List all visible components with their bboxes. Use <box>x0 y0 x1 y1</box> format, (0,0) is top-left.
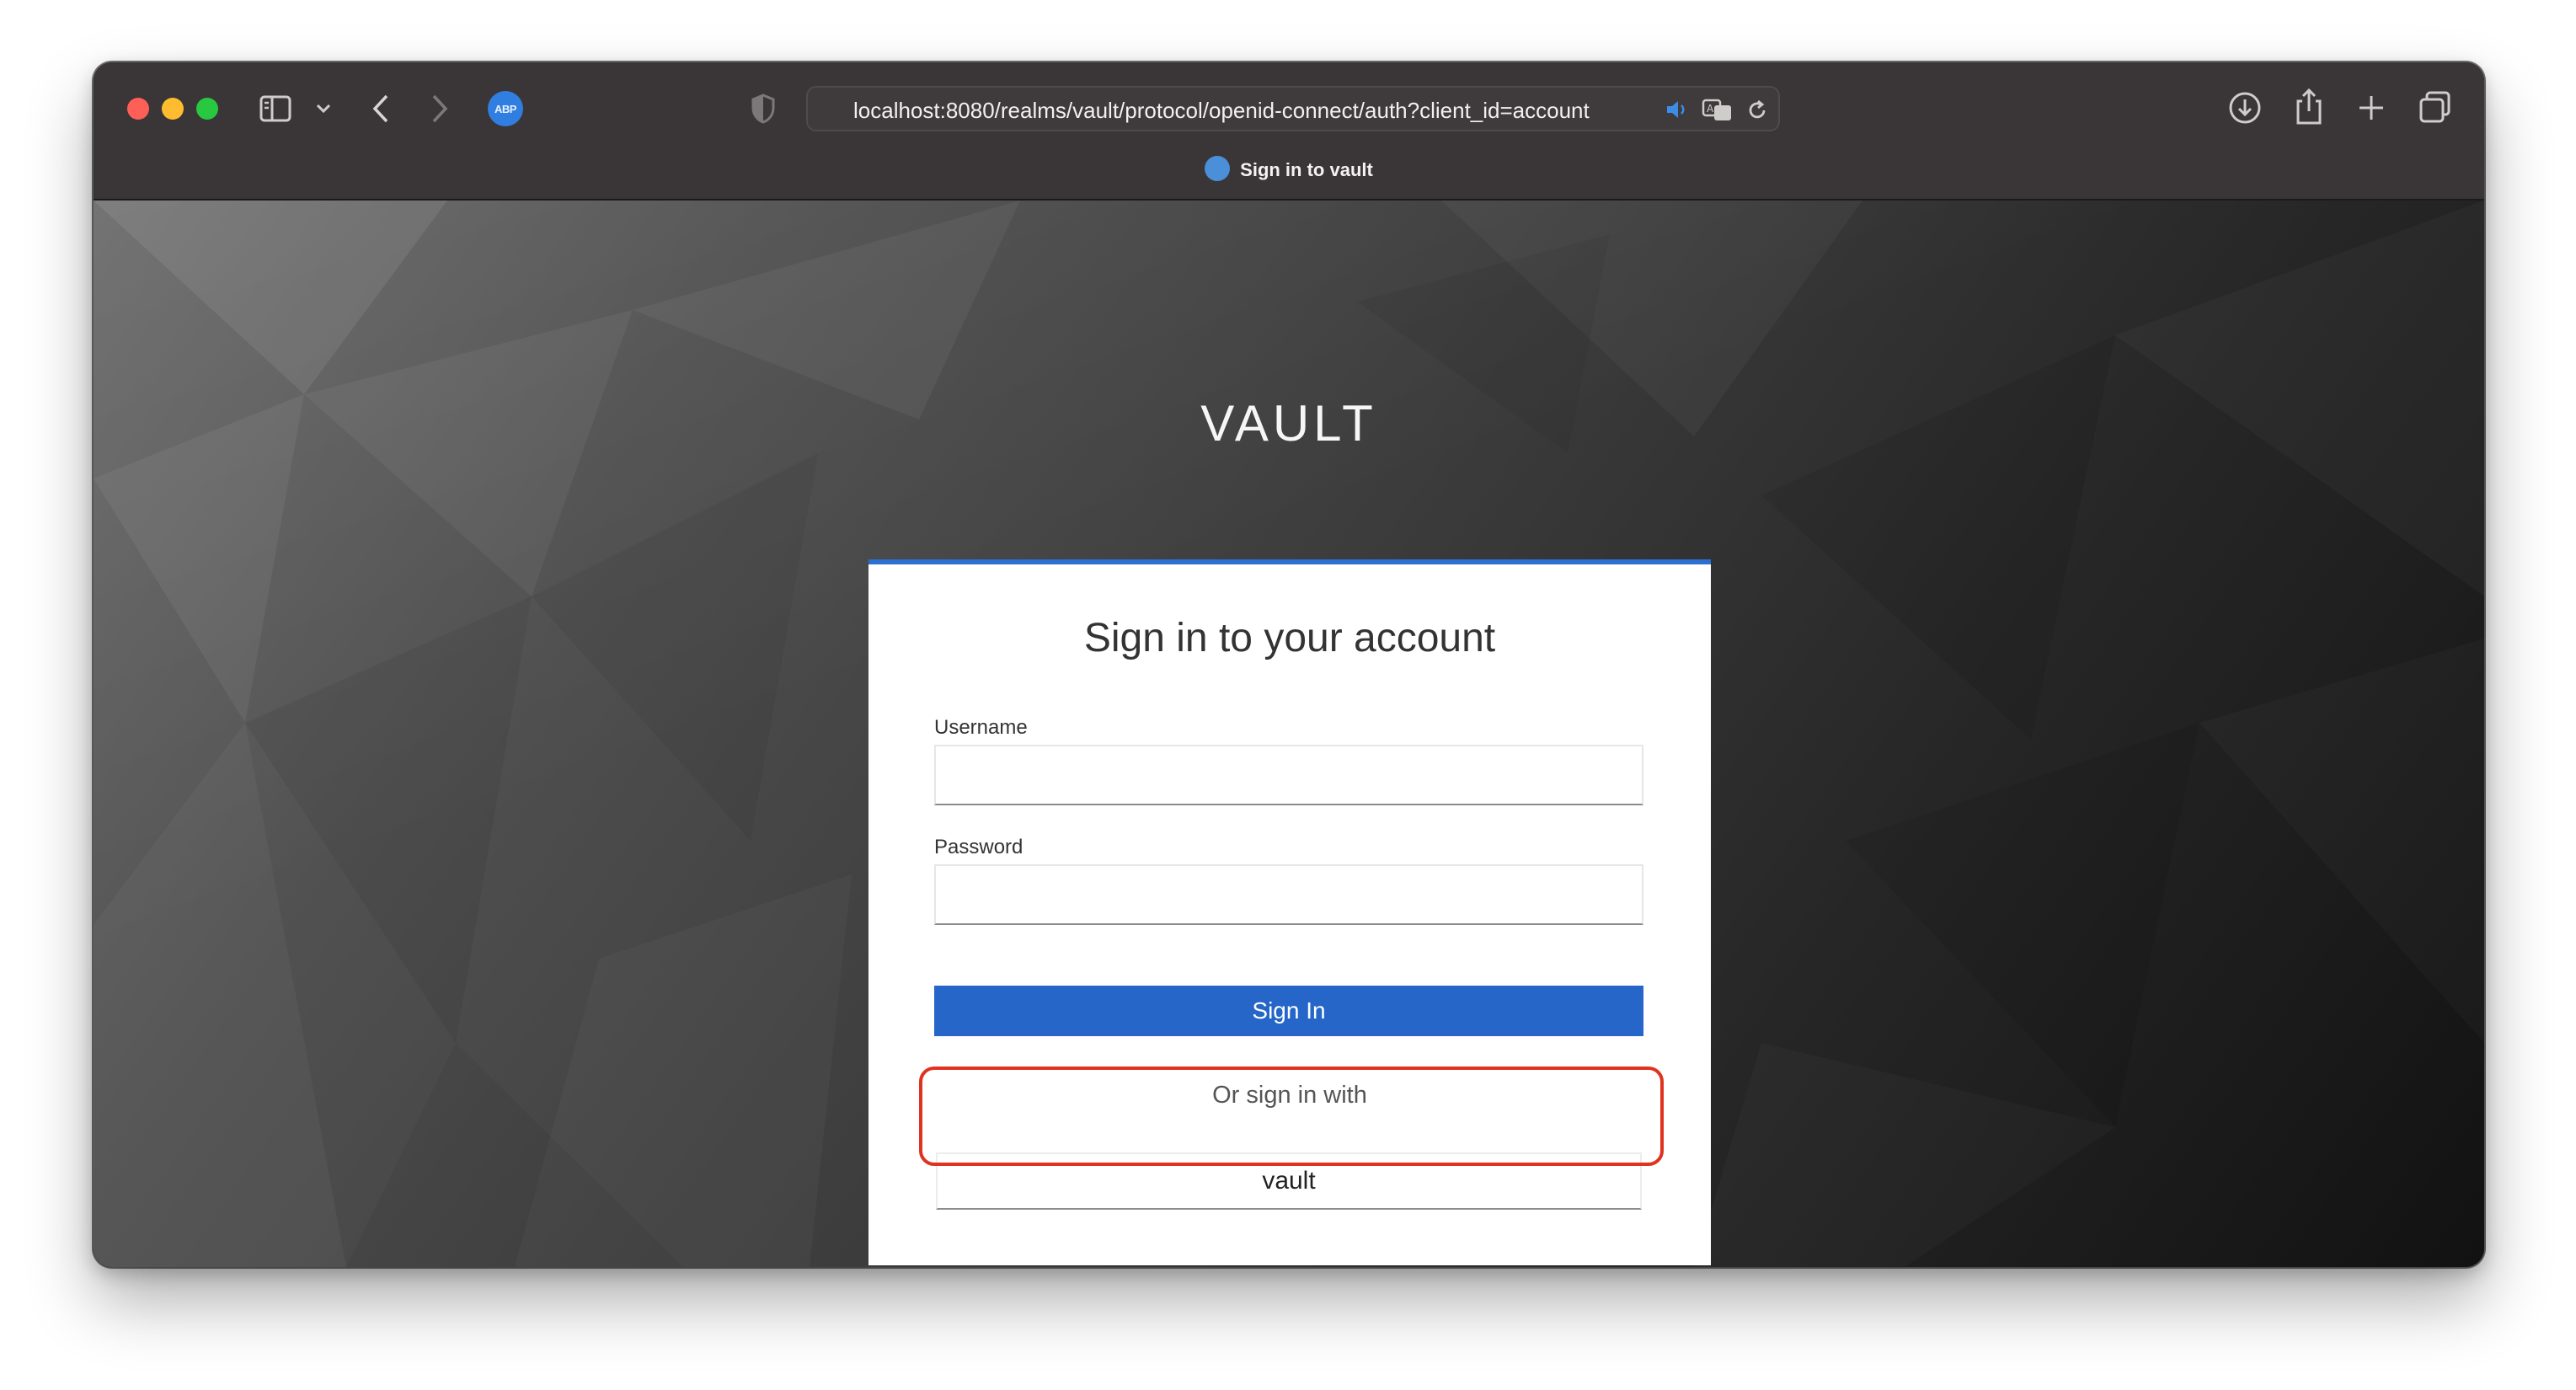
login-heading: Sign in to your account <box>1083 616 1496 660</box>
forward-arrow-icon[interactable] <box>427 91 452 126</box>
password-label: Password <box>934 836 1023 858</box>
site-favicon-icon <box>1205 156 1231 181</box>
back-arrow-icon[interactable] <box>368 91 393 126</box>
username-label: Username <box>934 716 1028 739</box>
sidebar-icon[interactable] <box>258 91 293 126</box>
privacy-shield-icon[interactable] <box>751 93 776 125</box>
browser-toolbar: ABP localhost:8080/realms/vault/protocol… <box>94 62 2484 200</box>
share-icon[interactable] <box>2292 86 2326 126</box>
address-bar[interactable]: localhost:8080/realms/vault/protocol/ope… <box>806 86 1780 131</box>
adblock-extension-icon[interactable]: ABP <box>488 91 523 126</box>
username-input[interactable] <box>934 745 1643 805</box>
speaker-icon[interactable] <box>1664 98 1689 121</box>
sign-in-button[interactable]: Sign In <box>934 986 1643 1036</box>
url-text: localhost:8080/realms/vault/protocol/ope… <box>853 98 1590 123</box>
minimize-window-button[interactable] <box>162 98 184 120</box>
password-input[interactable] <box>934 864 1643 925</box>
close-window-button[interactable] <box>127 98 149 120</box>
chevron-down-icon[interactable] <box>314 101 333 116</box>
realm-brand-title: VAULT <box>1200 395 1377 452</box>
svg-text:A: A <box>1707 103 1714 115</box>
tab-title: Sign in to vault <box>1240 158 1373 180</box>
zoom-window-button[interactable] <box>196 98 218 120</box>
highlight-annotation <box>919 1067 1664 1166</box>
tab-overview-icon[interactable] <box>2417 89 2454 126</box>
active-tab[interactable]: Sign in to vault <box>94 156 2484 184</box>
translate-icon[interactable]: A <box>1701 96 1734 123</box>
reload-icon[interactable] <box>1745 98 1770 123</box>
download-icon[interactable] <box>2226 89 2263 126</box>
new-tab-plus-icon[interactable] <box>2354 91 2388 125</box>
